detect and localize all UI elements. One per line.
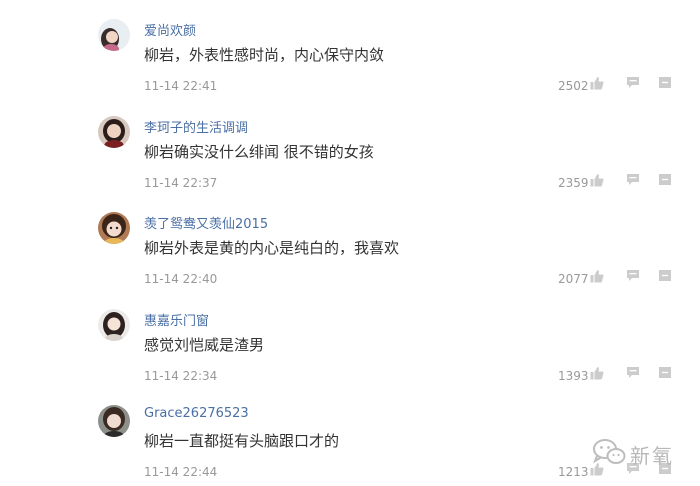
like-count: 2502 [558,79,589,93]
comment-item: 李珂子的生活调调 柳岩确实没什么绯闻 很不错的女孩 11-14 22:37 23… [0,116,700,212]
comment-text: 柳岩一直都挺有头脑跟口才的 [144,432,340,450]
comment-text: 柳岩确实没什么绯闻 很不错的女孩 [144,143,374,161]
like-count: 1393 [558,369,589,383]
comment-list: 爱尚欢颜 柳岩，外表性感时尚，内心保守内敛 11-14 22:41 2502 李… [0,0,700,486]
comment-text: 柳岩外表是黄的内心是纯白的，我喜欢 [144,239,400,257]
comment-timestamp: 11-14 22:44 [144,465,218,479]
more-icon[interactable] [658,269,672,282]
comment-timestamp: 11-14 22:37 [144,176,218,190]
comment-text: 柳岩，外表性感时尚，内心保守内敛 [144,46,385,64]
comment-timestamp: 11-14 22:34 [144,369,218,383]
comment-username[interactable]: 李珂子的生活调调 [144,117,248,136]
reply-bubble-icon[interactable] [626,366,640,379]
wechat-logo-icon [592,439,626,464]
thumbs-up-icon[interactable] [590,173,604,187]
more-icon[interactable] [658,76,672,89]
like-count: 2077 [558,272,589,286]
reply-bubble-icon[interactable] [626,173,640,186]
thumbs-up-icon[interactable] [590,366,604,380]
comment-username[interactable]: Grace26276523 [144,406,249,421]
comment-username[interactable]: 爱尚欢颜 [144,20,196,39]
like-count: 1213 [558,465,589,479]
avatar[interactable] [98,19,130,51]
more-icon[interactable] [658,173,672,186]
like-count: 2359 [558,176,589,190]
more-icon[interactable] [658,366,672,379]
comment-username[interactable]: 惠嘉乐门窗 [144,310,209,329]
avatar[interactable] [98,116,130,148]
watermark-text: 新氧 [630,444,674,468]
comment-item: 惠嘉乐门窗 感觉刘恺威是渣男 11-14 22:34 1393 [0,309,700,405]
comment-timestamp: 11-14 22:41 [144,79,218,93]
thumbs-up-icon[interactable] [590,76,604,90]
comment-item: 羡了鸳鸯又羡仙2015 柳岩外表是黄的内心是纯白的，我喜欢 11-14 22:4… [0,212,700,308]
comment-item: 爱尚欢颜 柳岩，外表性感时尚，内心保守内敛 11-14 22:41 2502 [0,19,700,115]
reply-bubble-icon[interactable] [626,76,640,89]
avatar[interactable] [98,309,130,341]
avatar[interactable] [98,212,130,244]
comment-timestamp: 11-14 22:40 [144,272,218,286]
reply-bubble-icon[interactable] [626,269,640,282]
avatar[interactable] [98,405,130,437]
thumbs-up-icon[interactable] [590,269,604,283]
comment-text: 感觉刘恺威是渣男 [144,336,265,354]
comment-username[interactable]: 羡了鸳鸯又羡仙2015 [144,213,268,232]
